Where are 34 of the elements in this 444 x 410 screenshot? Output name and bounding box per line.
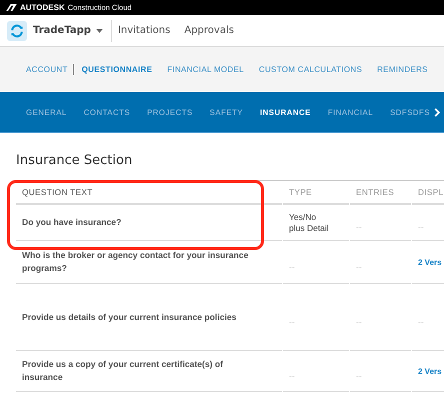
table-cell: -- (356, 370, 362, 382)
table-cell: Yes/No plus Detail (289, 212, 329, 234)
caret-icon (96, 28, 103, 32)
table-cell: -- (356, 262, 362, 272)
table-cell: -- (418, 316, 424, 328)
brand-name: AUTODESK (20, 3, 65, 12)
table-cell: -- (418, 222, 424, 233)
column-header: QUESTION TEXT (16, 181, 282, 205)
app-logo-icon (7, 20, 27, 40)
header-link[interactable]: Invitations (118, 25, 170, 36)
table-cell: -- (289, 262, 295, 272)
nav-link[interactable]: QUESTIONNAIRE (82, 65, 152, 74)
column-header: DISPL (412, 181, 444, 205)
table-cell: -- (289, 370, 295, 382)
versions-link[interactable]: 2 Vers (418, 256, 442, 268)
nav-link[interactable]: FINANCIAL MODEL (167, 65, 244, 74)
nav-link[interactable]: CUSTOM CALCULATIONS (258, 65, 362, 74)
app-switcher[interactable]: TradeTapp (27, 25, 103, 36)
table-cell: -- (289, 316, 295, 328)
autodesk-logo-icon (6, 4, 17, 11)
nav-link[interactable]: REMINDERS (377, 65, 428, 74)
table-cell: -- (356, 316, 362, 328)
table-cell: Provide us details of your current insurance policies (22, 310, 236, 324)
header-link[interactable]: Approvals (184, 25, 234, 36)
chevron-right-icon[interactable] (434, 108, 440, 116)
versions-link[interactable]: 2 Vers (418, 366, 442, 376)
table-cell-text: Who is the broker or agency contact for your insurance programs? (22, 249, 250, 275)
table-cell: -- (356, 222, 362, 233)
nav-link[interactable]: ACCOUNT (26, 65, 68, 74)
column-header: ENTRIES (350, 181, 411, 205)
column-header: TYPE (283, 181, 349, 205)
table-cell: Do you have insurance? (22, 216, 122, 229)
section-title: Insurance Section (16, 153, 134, 168)
table-cell-text: Provide us a copy of your current certificate(s) of insurance (22, 358, 224, 384)
